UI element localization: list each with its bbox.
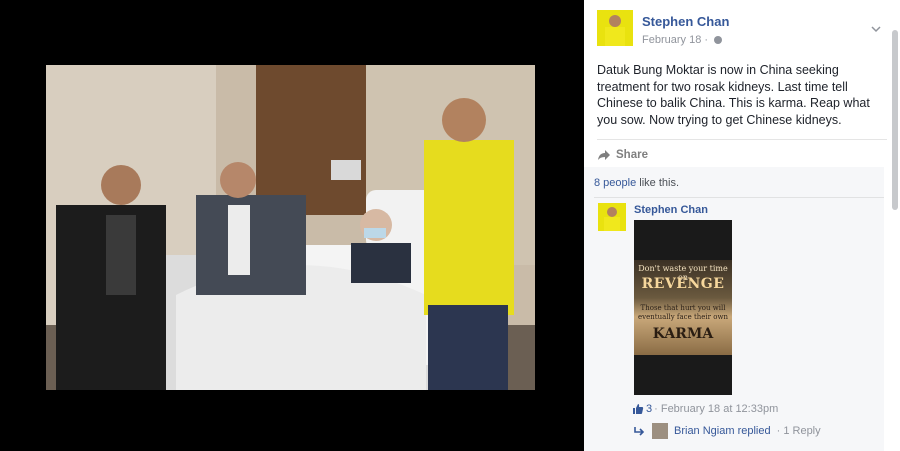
meta-separator: · xyxy=(704,34,709,46)
reply-arrow-icon xyxy=(634,427,645,436)
reply-avatar xyxy=(652,423,668,439)
comment-like-count[interactable]: 3 xyxy=(646,403,652,415)
post-panel: Stephen Chan February 18 · Datuk Bung Mo… xyxy=(584,0,900,451)
share-icon xyxy=(598,150,610,160)
chevron-down-icon[interactable] xyxy=(871,24,881,34)
share-label: Share xyxy=(616,149,648,161)
post-text: Datuk Bung Moktar is now in China seekin… xyxy=(597,63,870,127)
reply-author[interactable]: Brian Ngiam replied xyxy=(674,425,771,437)
post-meta: February 18 · xyxy=(642,34,723,46)
post-photo[interactable] xyxy=(46,65,535,390)
comment-author[interactable]: Stephen Chan xyxy=(634,204,708,216)
divider xyxy=(597,139,887,140)
share-button[interactable]: Share xyxy=(597,146,648,164)
comment-image-line4: KARMA xyxy=(652,326,714,342)
reply-row[interactable]: Brian Ngiam replied · 1 Reply xyxy=(634,423,821,439)
post-date[interactable]: February 18 xyxy=(642,34,701,46)
likes-suffix: like this. xyxy=(639,177,680,189)
feedback-section: 8 people like this. Stephen Chan Don't w… xyxy=(584,167,884,451)
author-avatar[interactable] xyxy=(597,10,633,46)
globe-icon xyxy=(714,36,723,45)
comment-image-line2: REVENGE xyxy=(641,276,725,292)
likes-count-link[interactable]: 8 people xyxy=(594,177,636,189)
reply-count[interactable]: · 1 Reply xyxy=(777,425,821,437)
comment-timestamp[interactable]: · February 18 at 12:33pm xyxy=(654,403,778,415)
comment-avatar[interactable] xyxy=(598,203,626,231)
comment-meta: 3 · February 18 at 12:33pm xyxy=(632,403,778,415)
panel-scrollbar[interactable] xyxy=(892,30,898,210)
comment-image[interactable]: Don't waste your time on REVENGE Those t… xyxy=(634,220,732,395)
author-name[interactable]: Stephen Chan xyxy=(642,14,729,29)
photo-viewer xyxy=(0,0,584,451)
likes-summary: 8 people like this. xyxy=(594,177,679,189)
divider xyxy=(594,197,884,198)
comment-image-line3: Those that hurt you will eventually face… xyxy=(638,304,728,321)
post-header: Stephen Chan February 18 · xyxy=(597,10,887,50)
thumbs-up-icon[interactable] xyxy=(632,403,644,415)
